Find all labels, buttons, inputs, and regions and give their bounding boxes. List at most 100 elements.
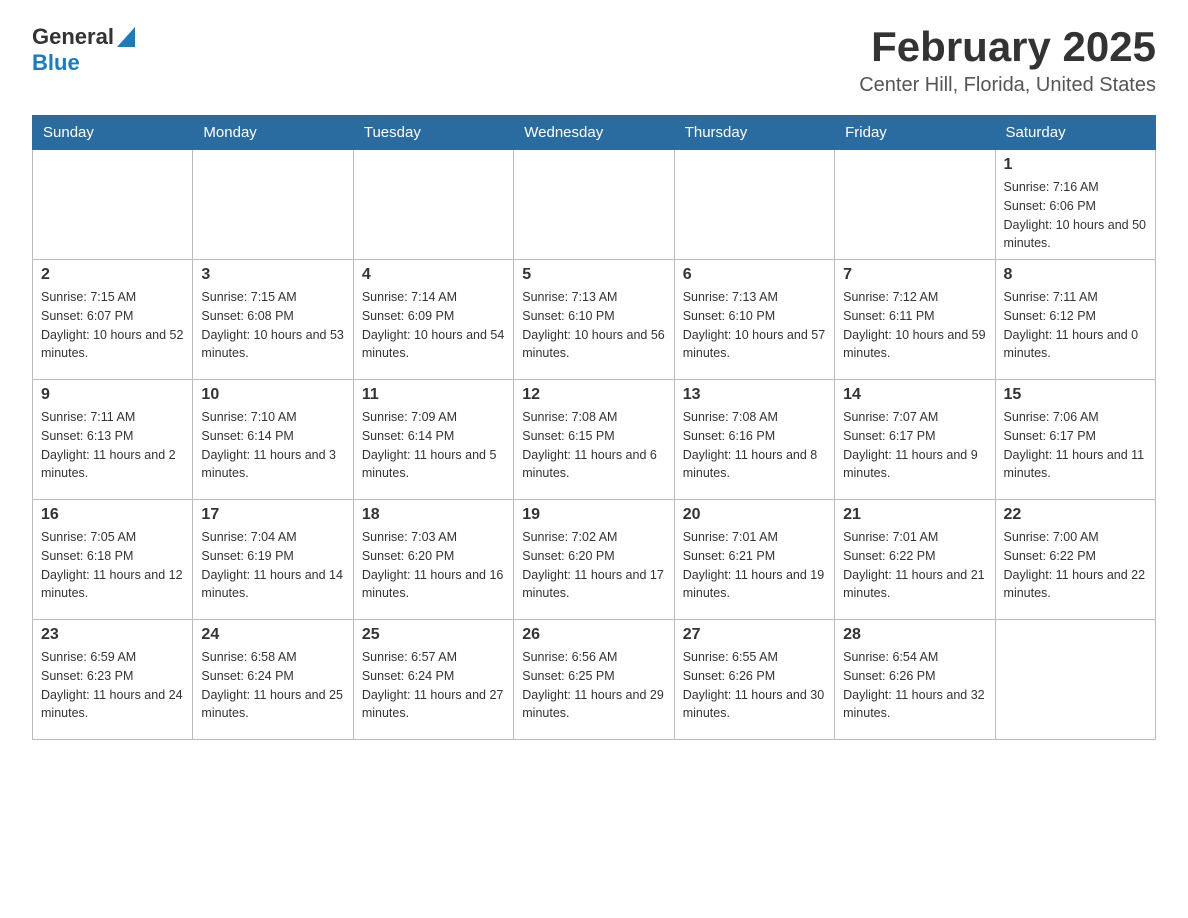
week-row-1: 1Sunrise: 7:16 AMSunset: 6:06 PMDaylight… — [33, 150, 1156, 260]
daylight-text: Daylight: 11 hours and 27 minutes. — [362, 686, 505, 724]
sunrise-text: Sunrise: 7:05 AM — [41, 528, 184, 547]
week-row-2: 2Sunrise: 7:15 AMSunset: 6:07 PMDaylight… — [33, 260, 1156, 380]
day-number: 12 — [522, 386, 665, 404]
sunrise-text: Sunrise: 7:11 AM — [41, 408, 184, 427]
day-number: 28 — [843, 626, 986, 644]
calendar-cell-w4-d4: 19 Sunrise: 7:02 AMSunset: 6:20 PMDayligh… — [514, 500, 674, 620]
day-number: 5 — [522, 266, 665, 284]
sunrise-text: Sunrise: 7:16 AM — [1004, 178, 1147, 197]
sunset-text: Sunset: 6:25 PM — [522, 667, 665, 686]
daylight-text: Daylight: 10 hours and 54 minutes. — [362, 326, 505, 364]
day-number: 20 — [683, 506, 826, 524]
day-number: 3 — [201, 266, 344, 284]
sunset-text: Sunset: 6:11 PM — [843, 307, 986, 326]
sunrise-text: Sunrise: 7:13 AM — [522, 288, 665, 307]
calendar-table: Sunday Monday Tuesday Wednesday Thursday… — [32, 115, 1156, 740]
calendar-cell-w3-d2: 10Sunrise: 7:10 AMSunset: 6:14 PMDayligh… — [193, 380, 353, 500]
sunset-text: Sunset: 6:22 PM — [843, 547, 986, 566]
day-number: 4 — [362, 266, 505, 284]
day-info: Sunrise: 7:02 AMSunset: 6:20 PMDaylight:… — [522, 528, 665, 603]
sunset-text: Sunset: 6:24 PM — [201, 667, 344, 686]
daylight-text: Daylight: 11 hours and 3 minutes. — [201, 446, 344, 484]
sunrise-text: Sunrise: 7:10 AM — [201, 408, 344, 427]
calendar-cell-w2-d3: 4Sunrise: 7:14 AMSunset: 6:09 PMDaylight… — [353, 260, 513, 380]
day-number: 7 — [843, 266, 986, 284]
daylight-text: Daylight: 11 hours and 25 minutes. — [201, 686, 344, 724]
day-info: Sunrise: 6:59 AMSunset: 6:23 PMDaylight:… — [41, 648, 184, 723]
day-number: 1 — [1004, 156, 1147, 174]
day-number: 9 — [41, 386, 184, 404]
day-number: 16 — [41, 506, 184, 524]
sunrise-text: Sunrise: 7:08 AM — [522, 408, 665, 427]
day-number: 19 — [522, 506, 665, 524]
sunset-text: Sunset: 6:26 PM — [683, 667, 826, 686]
logo: General Blue — [32, 24, 135, 76]
page-header: General Blue February 2025 Center Hill, … — [32, 24, 1156, 97]
day-info: Sunrise: 6:56 AMSunset: 6:25 PMDaylight:… — [522, 648, 665, 723]
sunset-text: Sunset: 6:16 PM — [683, 427, 826, 446]
calendar-cell-w4-d3: 18Sunrise: 7:03 AMSunset: 6:20 PMDayligh… — [353, 500, 513, 620]
sunset-text: Sunset: 6:06 PM — [1004, 197, 1147, 216]
sunrise-text: Sunrise: 7:01 AM — [683, 528, 826, 547]
day-info: Sunrise: 7:15 AMSunset: 6:08 PMDaylight:… — [201, 288, 344, 363]
calendar-cell-w3-d6: 14Sunrise: 7:07 AMSunset: 6:17 PMDayligh… — [835, 380, 995, 500]
sunrise-text: Sunrise: 7:15 AM — [41, 288, 184, 307]
sunrise-text: Sunrise: 7:15 AM — [201, 288, 344, 307]
day-info: Sunrise: 6:57 AMSunset: 6:24 PMDaylight:… — [362, 648, 505, 723]
day-info: Sunrise: 7:11 AMSunset: 6:13 PMDaylight:… — [41, 408, 184, 483]
day-number: 13 — [683, 386, 826, 404]
logo-arrow-icon — [117, 27, 135, 47]
day-number: 27 — [683, 626, 826, 644]
sunset-text: Sunset: 6:20 PM — [362, 547, 505, 566]
sunrise-text: Sunrise: 7:12 AM — [843, 288, 986, 307]
header-saturday: Saturday — [995, 116, 1155, 150]
daylight-text: Daylight: 11 hours and 19 minutes. — [683, 566, 826, 604]
sunrise-text: Sunrise: 7:06 AM — [1004, 408, 1147, 427]
day-number: 18 — [362, 506, 505, 524]
day-info: Sunrise: 7:01 AMSunset: 6:22 PMDaylight:… — [843, 528, 986, 603]
sunrise-text: Sunrise: 7:04 AM — [201, 528, 344, 547]
sunset-text: Sunset: 6:21 PM — [683, 547, 826, 566]
calendar-cell-w3-d4: 12Sunrise: 7:08 AMSunset: 6:15 PMDayligh… — [514, 380, 674, 500]
calendar-cell-w5-d4: 26Sunrise: 6:56 AMSunset: 6:25 PMDayligh… — [514, 620, 674, 740]
calendar-title: February 2025 — [859, 24, 1156, 70]
sunset-text: Sunset: 6:17 PM — [1004, 427, 1147, 446]
day-info: Sunrise: 7:11 AMSunset: 6:12 PMDaylight:… — [1004, 288, 1147, 363]
day-info: Sunrise: 7:12 AMSunset: 6:11 PMDaylight:… — [843, 288, 986, 363]
sunset-text: Sunset: 6:07 PM — [41, 307, 184, 326]
day-info: Sunrise: 7:08 AMSunset: 6:16 PMDaylight:… — [683, 408, 826, 483]
sunrise-text: Sunrise: 7:01 AM — [843, 528, 986, 547]
day-number: 23 — [41, 626, 184, 644]
sunrise-text: Sunrise: 6:56 AM — [522, 648, 665, 667]
calendar-subtitle: Center Hill, Florida, United States — [859, 74, 1156, 97]
sunset-text: Sunset: 6:13 PM — [41, 427, 184, 446]
day-number: 11 — [362, 386, 505, 404]
daylight-text: Daylight: 11 hours and 9 minutes. — [843, 446, 986, 484]
sunset-text: Sunset: 6:10 PM — [683, 307, 826, 326]
sunset-text: Sunset: 6:10 PM — [522, 307, 665, 326]
calendar-cell-w3-d5: 13 Sunrise: 7:08 AMSunset: 6:16 PMDayligh… — [674, 380, 834, 500]
daylight-text: Daylight: 10 hours and 53 minutes. — [201, 326, 344, 364]
calendar-cell-w4-d6: 21Sunrise: 7:01 AMSunset: 6:22 PMDayligh… — [835, 500, 995, 620]
sunrise-text: Sunrise: 7:13 AM — [683, 288, 826, 307]
day-number: 14 — [843, 386, 986, 404]
calendar-title-block: February 2025 Center Hill, Florida, Unit… — [859, 24, 1156, 97]
daylight-text: Daylight: 11 hours and 12 minutes. — [41, 566, 184, 604]
calendar-cell-w5-d6: 28Sunrise: 6:54 AMSunset: 6:26 PMDayligh… — [835, 620, 995, 740]
sunrise-text: Sunrise: 6:59 AM — [41, 648, 184, 667]
calendar-cell-w1-d4 — [514, 150, 674, 260]
calendar-cell-w5-d2: 24Sunrise: 6:58 AMSunset: 6:24 PMDayligh… — [193, 620, 353, 740]
calendar-cell-w4-d2: 17Sunrise: 7:04 AMSunset: 6:19 PMDayligh… — [193, 500, 353, 620]
daylight-text: Daylight: 11 hours and 30 minutes. — [683, 686, 826, 724]
sunrise-text: Sunrise: 7:09 AM — [362, 408, 505, 427]
day-info: Sunrise: 7:05 AMSunset: 6:18 PMDaylight:… — [41, 528, 184, 603]
daylight-text: Daylight: 11 hours and 5 minutes. — [362, 446, 505, 484]
day-number: 15 — [1004, 386, 1147, 404]
header-sunday: Sunday — [33, 116, 193, 150]
calendar-cell-w1-d5 — [674, 150, 834, 260]
sunrise-text: Sunrise: 6:54 AM — [843, 648, 986, 667]
calendar-cell-w5-d1: 23 Sunrise: 6:59 AMSunset: 6:23 PMDayligh… — [33, 620, 193, 740]
sunset-text: Sunset: 6:19 PM — [201, 547, 344, 566]
day-number: 8 — [1004, 266, 1147, 284]
daylight-text: Daylight: 11 hours and 16 minutes. — [362, 566, 505, 604]
